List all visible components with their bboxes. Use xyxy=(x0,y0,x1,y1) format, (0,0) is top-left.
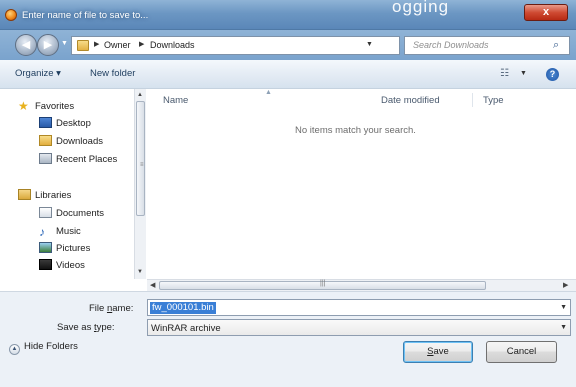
nav-recent-label: Recent Places xyxy=(56,154,118,165)
search-icon[interactable]: ⌕ xyxy=(553,39,559,52)
nav-music[interactable]: ♪ Music xyxy=(39,225,81,241)
scroll-right-icon[interactable]: ▶ xyxy=(563,281,568,289)
file-name-field[interactable]: fw_000101.bin ▼ xyxy=(147,299,571,316)
command-toolbar: Organize ▾ New folder ☷ ▼ ? xyxy=(0,60,576,89)
history-dropdown-icon[interactable]: ▼ xyxy=(61,40,68,47)
navigation-pane: ★ Favorites Desktop Downloads Recent Plac… xyxy=(14,89,134,279)
recent-places-icon xyxy=(39,153,52,164)
nav-libraries-label: Libraries xyxy=(35,190,72,201)
nav-videos-label: Videos xyxy=(56,260,85,271)
scroll-thumb[interactable]: ≡ xyxy=(136,101,145,216)
music-icon: ♪ xyxy=(39,225,45,239)
nav-recent-places[interactable]: Recent Places xyxy=(39,153,117,169)
pictures-icon xyxy=(39,242,52,253)
nav-favorites[interactable]: ★ Favorites xyxy=(18,99,74,115)
nav-downloads[interactable]: Downloads xyxy=(39,135,103,151)
column-type[interactable]: Type xyxy=(483,95,504,106)
nav-favorites-label: Favorites xyxy=(35,101,75,112)
breadcrumb-owner[interactable]: Owner xyxy=(104,40,131,50)
column-name[interactable]: Name xyxy=(163,95,188,106)
search-input[interactable]: Search Downloads ⌕ xyxy=(404,36,570,55)
videos-icon xyxy=(39,259,52,270)
file-name-dropdown-icon[interactable]: ▼ xyxy=(560,304,567,311)
new-folder-button[interactable]: New folder xyxy=(90,68,135,79)
nav-pictures[interactable]: Pictures xyxy=(39,242,90,258)
nav-documents[interactable]: Documents xyxy=(39,207,104,223)
address-row: ◀ ▶ ▼ ▶ Owner ▶ Downloads ▼ ↻ Search Dow… xyxy=(0,30,576,60)
forward-button[interactable]: ▶ xyxy=(37,34,59,56)
column-divider[interactable] xyxy=(472,93,473,107)
file-list[interactable]: Name ▲ Date modified Type No items match… xyxy=(147,89,576,279)
address-bar[interactable]: ▶ Owner ▶ Downloads ▼ ↻ xyxy=(71,36,466,55)
nav-pictures-label: Pictures xyxy=(56,243,91,254)
documents-icon xyxy=(39,207,52,218)
label-part: ame: xyxy=(112,303,134,314)
address-dropdown-icon[interactable]: ▼ xyxy=(366,41,373,48)
libraries-icon xyxy=(18,189,31,200)
column-date-modified[interactable]: Date modified xyxy=(381,95,440,106)
nav-desktop[interactable]: Desktop xyxy=(39,117,91,133)
nav-videos[interactable]: Videos xyxy=(39,259,85,275)
back-button[interactable]: ◀ xyxy=(15,34,37,56)
file-name-label: File name: xyxy=(89,303,133,314)
nav-documents-label: Documents xyxy=(56,208,105,219)
grip-icon: ||| xyxy=(320,280,326,287)
hscroll-thumb[interactable]: ||| xyxy=(159,280,486,290)
desktop-icon xyxy=(39,117,52,128)
label-part: File xyxy=(89,303,107,314)
star-icon: ★ xyxy=(18,99,29,113)
organize-button[interactable]: Organize ▾ xyxy=(15,68,61,79)
save-as-type-value: WinRAR archive xyxy=(151,323,221,334)
crumb-separator-icon: ▶ xyxy=(139,41,145,48)
scroll-up-icon[interactable]: ▲ xyxy=(137,92,143,98)
crumb-separator-icon: ▶ xyxy=(94,41,100,48)
scroll-down-icon[interactable]: ▼ xyxy=(137,269,143,275)
title-bar: Enter name of file to save to... ogging … xyxy=(0,0,576,30)
views-dropdown-icon[interactable]: ▼ xyxy=(520,70,527,77)
hide-folders-button[interactable]: ▲ Hide Folders xyxy=(9,341,78,355)
label-part: ype: xyxy=(96,322,115,333)
save-as-type-dropdown-icon[interactable]: ▼ xyxy=(560,324,567,331)
file-name-value[interactable]: fw_000101.bin xyxy=(150,302,216,314)
label-part: Save as xyxy=(57,322,94,333)
breadcrumb-downloads[interactable]: Downloads xyxy=(150,40,195,50)
empty-list-message: No items match your search. xyxy=(295,125,416,136)
close-button[interactable]: x xyxy=(524,4,568,21)
folder-icon xyxy=(77,40,89,51)
views-icon[interactable]: ☷ xyxy=(500,68,509,79)
save-as-type-label: Save as type: xyxy=(57,322,115,333)
window-title: Enter name of file to save to... xyxy=(22,10,149,21)
downloads-folder-icon xyxy=(39,135,52,146)
nav-music-label: Music xyxy=(56,226,81,237)
help-icon[interactable]: ? xyxy=(546,68,559,81)
horizontal-scrollbar[interactable]: ◀ ||| ▶ xyxy=(147,279,576,291)
scroll-left-icon[interactable]: ◀ xyxy=(150,281,155,289)
nav-downloads-label: Downloads xyxy=(56,136,103,147)
sort-arrow-icon: ▲ xyxy=(265,89,272,96)
save-as-type-select[interactable]: WinRAR archive ▼ xyxy=(147,319,571,336)
hide-folders-label: Hide Folders xyxy=(24,341,78,352)
background-window-title: ogging xyxy=(392,0,450,16)
nav-libraries[interactable]: Libraries xyxy=(18,189,71,205)
cancel-button[interactable]: Cancel xyxy=(486,341,557,363)
grip-icon: ≡ xyxy=(140,162,144,168)
chevron-up-icon: ▲ xyxy=(9,344,20,355)
app-icon xyxy=(5,9,17,21)
search-placeholder: Search Downloads xyxy=(413,40,489,50)
save-panel: File name: fw_000101.bin ▼ Save as type:… xyxy=(0,291,576,387)
nav-desktop-label: Desktop xyxy=(56,118,91,129)
save-button[interactable]: Save xyxy=(403,341,473,363)
nav-vertical-scrollbar[interactable]: ▲ ≡ ▼ xyxy=(134,89,146,279)
save-label: ave xyxy=(433,346,449,357)
